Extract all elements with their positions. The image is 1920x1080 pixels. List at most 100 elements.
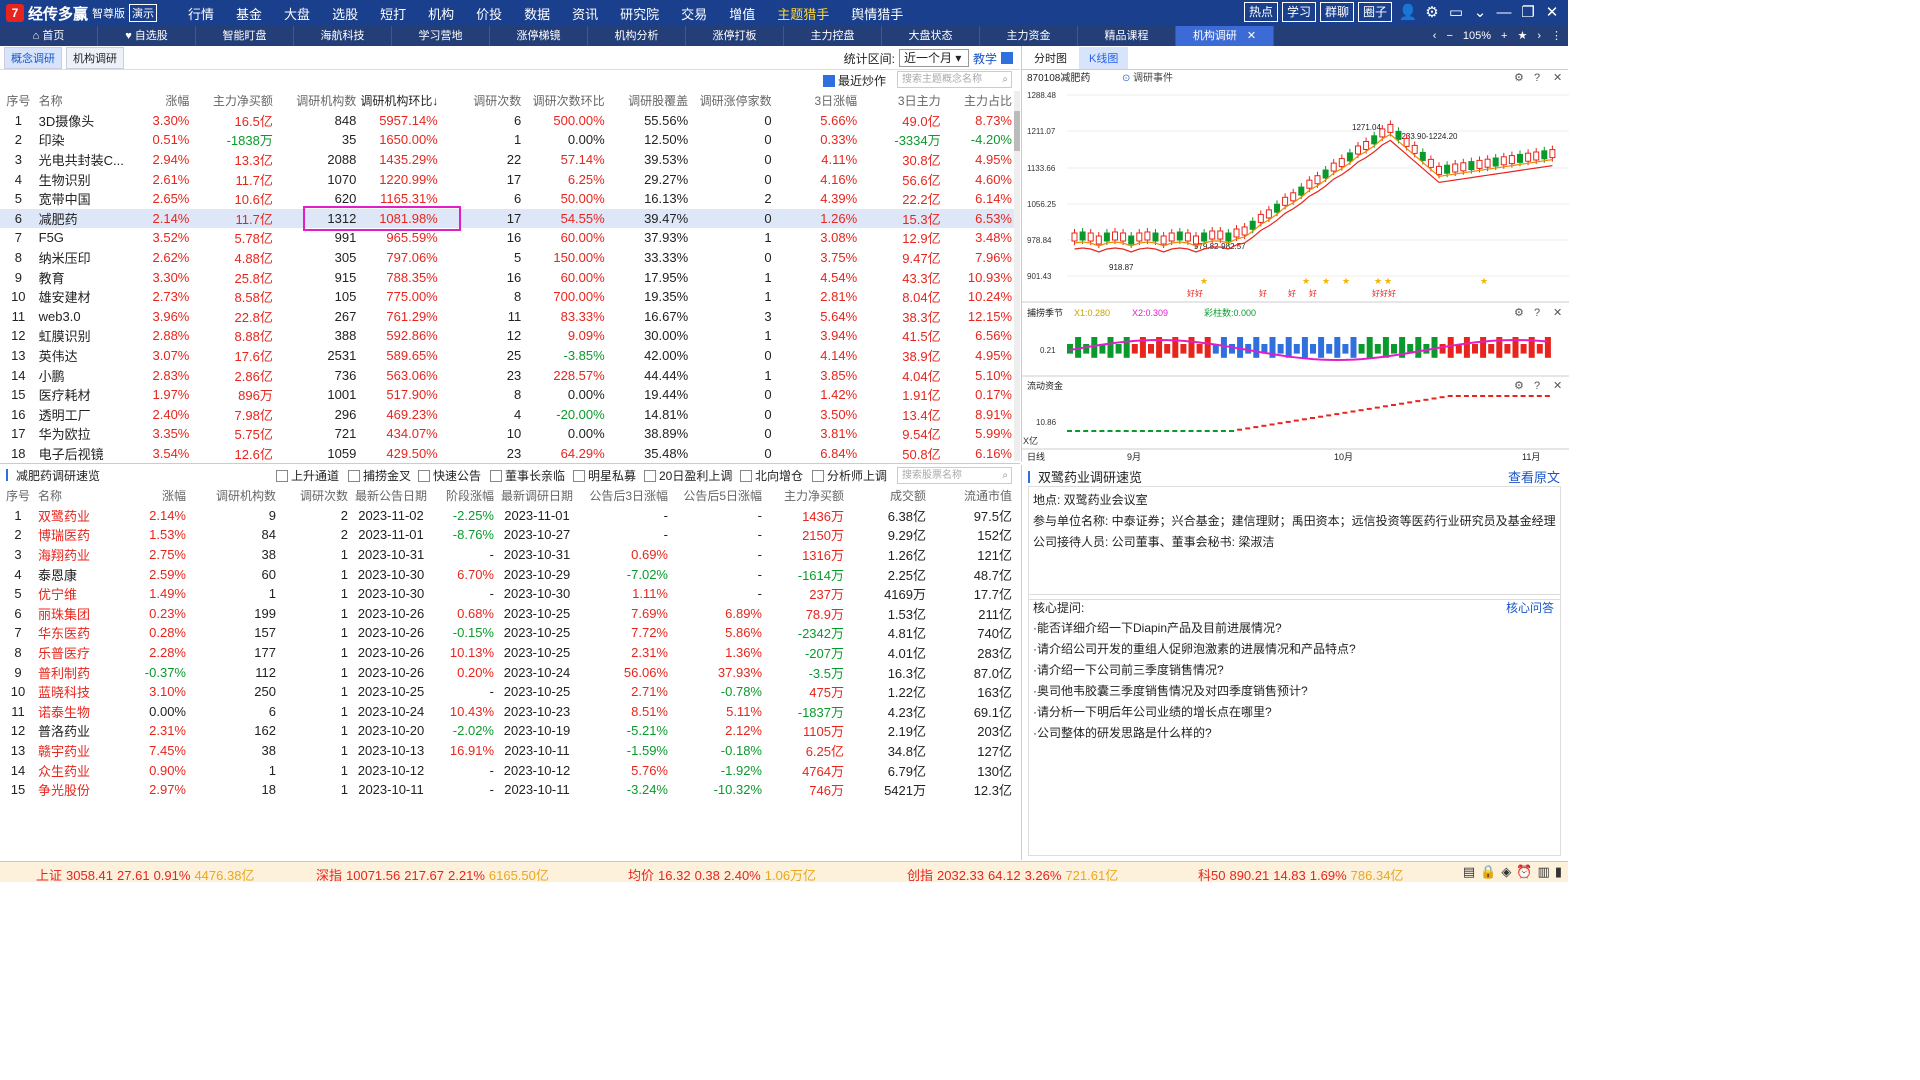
tab-stock[interactable]: 海航科技 xyxy=(294,26,392,46)
table-row[interactable]: 1 3D摄像头 3.30% 16.5亿 848 5957.14% 6 500.00% 55.56… xyxy=(0,111,1014,131)
event-label[interactable]: 调研事件 xyxy=(1133,71,1173,84)
index-cy[interactable]: 创指 2032.33 64.12 3.26% 721.61亿 xyxy=(907,865,1118,884)
tab-study[interactable]: 学习营地 xyxy=(392,26,490,46)
column-header[interactable]: 调研次数 xyxy=(440,91,523,111)
table-row[interactable]: 17 华为欧拉 3.35% 5.75亿 721 434.07% 10 0.00% 38.89% 0… xyxy=(0,424,1014,444)
menu-item[interactable]: 机构 xyxy=(417,4,465,23)
tab-home[interactable]: ⌂ 首页 xyxy=(0,26,98,46)
period-dropdown[interactable]: 近一个月 ▾ xyxy=(898,49,969,67)
menu-item[interactable]: 选股 xyxy=(321,4,369,23)
table-row[interactable]: 12 虹膜识别 2.88% 8.88亿 388 592.86% 12 9.09% 30.00% 1… xyxy=(0,326,1014,346)
column-header[interactable]: 调研机构数 xyxy=(188,486,278,506)
table-row[interactable]: 18 电子后视镜 3.54% 12.6亿 1059 429.50% 23 64.29% 35.4… xyxy=(0,444,1014,464)
question-item[interactable]: ·请分析一下明后年公司业绩的增长点在哪里? xyxy=(1033,702,1556,723)
filter-checkbox[interactable]: 快速公告 xyxy=(418,467,481,484)
table-row[interactable]: 10 雄安建材 2.73% 8.58亿 105 775.00% 8 700.00% 19.35%… xyxy=(0,287,1014,307)
table-row[interactable]: 7 华东医药 0.28% 157 1 2023-10-26 -0.15% 2023-10-25… xyxy=(0,623,1014,643)
tab-limit-up[interactable]: 涨停梯镜 xyxy=(490,26,588,46)
column-header[interactable]: 序号 xyxy=(0,91,37,111)
table-row[interactable]: 11 诺泰生物 0.00% 6 1 2023-10-24 10.43% 2023-10-23 8… xyxy=(0,702,1014,722)
tab-smart-watch[interactable]: 智能盯盘 xyxy=(196,26,294,46)
column-header[interactable]: 调研机构数 xyxy=(275,91,358,111)
table-row[interactable]: 2 印染 0.51% -1838万 35 1650.00% 1 0.00% 12.50% 0 0.3… xyxy=(0,130,1014,150)
table-row[interactable]: 3 光电共封装C... 2.94% 13.3亿 2088 1435.29% 22 57.14%… xyxy=(0,150,1014,170)
minus-icon[interactable]: − xyxy=(1446,26,1452,46)
gear-icon[interactable]: ⚙ xyxy=(1514,72,1524,84)
circle-button[interactable]: 圈子 xyxy=(1357,2,1392,22)
star-icon[interactable]: ★ xyxy=(1517,26,1527,46)
user-icon[interactable]: 👤 xyxy=(1396,3,1420,21)
filter-checkbox[interactable]: 北向增仓 xyxy=(740,467,803,484)
chevron-down-icon[interactable]: ⌄ xyxy=(1468,3,1492,21)
menu-item[interactable]: 行情 xyxy=(177,4,225,23)
question-item[interactable]: ·奥司他韦胶囊三季度销售情况及对四季度销售预计? xyxy=(1033,681,1556,702)
sub-tab-inst-research[interactable]: 机构调研 xyxy=(66,46,124,69)
alarm-icon[interactable]: ⏰ xyxy=(1516,864,1532,880)
chart-icon[interactable]: ▥ xyxy=(1538,864,1550,880)
gear-icon[interactable]: ⚙ xyxy=(1514,380,1524,392)
app-logo[interactable]: 7 经传多赢 智尊版 演示 xyxy=(0,0,163,26)
calculator-icon[interactable]: ▤ xyxy=(1463,864,1475,880)
table-row[interactable]: 13 赣宇药业 7.45% 38 1 2023-10-13 16.91% 2023-10-11… xyxy=(0,741,1014,761)
menu-item[interactable]: 增值 xyxy=(718,4,766,23)
recent-hot-checkbox[interactable]: 最近炒作 xyxy=(823,72,886,89)
chevron-down-icon[interactable]: ⊙ xyxy=(1122,73,1130,84)
index-k50[interactable]: 科50 890.21 14.83 1.69% 786.34亿 xyxy=(1198,865,1403,884)
column-header[interactable]: 成交额 xyxy=(846,486,928,506)
column-header[interactable]: 涨幅 xyxy=(112,486,188,506)
hot-button[interactable]: 热点 xyxy=(1243,2,1278,22)
column-header[interactable]: 主力净买额 xyxy=(191,91,274,111)
column-header[interactable]: 阶段涨幅 xyxy=(432,486,496,506)
question-item[interactable]: ·请介绍一下公司前三季度销售情况? xyxy=(1033,660,1556,681)
column-header[interactable]: 主力净买额 xyxy=(764,486,846,506)
index-avg[interactable]: 均价 16.32 0.38 2.40% 1.06万亿 xyxy=(628,865,816,884)
column-header[interactable]: 调研机构环比↓ xyxy=(358,91,439,111)
column-header[interactable]: 调研次数环比 xyxy=(523,91,606,111)
column-header[interactable]: 序号 xyxy=(0,486,36,506)
table-row[interactable]: 8 乐普医疗 2.28% 177 1 2023-10-26 10.13% 2023-10-25… xyxy=(0,643,1014,663)
table-row[interactable]: 9 普利制药 -0.37% 112 1 2023-10-26 0.20% 2023-10-24… xyxy=(0,662,1014,682)
table-row[interactable]: 7 F5G 3.52% 5.78亿 991 965.59% 16 60.00% 37.93% 1 3… xyxy=(0,228,1014,248)
scroll-thumb[interactable] xyxy=(1014,111,1020,151)
table-row[interactable]: 1 双鹭药业 2.14% 9 2 2023-11-02 -2.25% 2023-11-01 - -… xyxy=(0,506,1014,526)
menu-item[interactable]: 大盘 xyxy=(273,4,321,23)
table-row[interactable]: 4 生物识别 2.61% 11.7亿 1070 1220.99% 17 6.25% 29.27%… xyxy=(0,169,1014,189)
kline-chart[interactable]: 870108减肥药 ⊙ 调研事件 ⚙ ? ✕ 1288.48 1211.07 1… xyxy=(1022,70,1569,462)
menu-item[interactable]: 短打 xyxy=(369,4,417,23)
table-row[interactable]: 16 透明工厂 2.40% 7.98亿 296 469.23% 4 -20.00% 14.81%… xyxy=(0,405,1014,425)
menu-item[interactable]: 资讯 xyxy=(561,4,609,23)
column-header[interactable]: 调研股覆盖 xyxy=(607,91,690,111)
table-row[interactable]: 15 医疗耗材 1.97% 896万 1001 517.90% 8 0.00% 19.44% 0 1… xyxy=(0,385,1014,405)
stock-search-input[interactable]: 搜索股票名称 ⌕ xyxy=(897,467,1012,484)
index-sz[interactable]: 深指 10071.56 217.67 2.21% 6165.50亿 xyxy=(316,865,549,884)
tab-timeshare[interactable]: 分时图 xyxy=(1024,47,1077,69)
theme-search-input[interactable]: 搜索主题概念名称 ⌕ xyxy=(897,71,1012,88)
sub-tab-concept-research[interactable]: 概念调研 xyxy=(4,46,62,69)
group-chat-button[interactable]: 群聊 xyxy=(1319,2,1354,22)
plus-icon[interactable]: + xyxy=(1501,26,1507,46)
column-header[interactable]: 调研次数 xyxy=(278,486,350,506)
column-header[interactable]: 流通市值 xyxy=(928,486,1014,506)
table-row[interactable]: 10 蓝晓科技 3.10% 250 1 2023-10-25-2023-10-25 2.71… xyxy=(0,682,1014,702)
table-row[interactable]: 5 优宁维 1.49% 1 1 2023-10-30-2023-10-30 1.11% -23… xyxy=(0,584,1014,604)
window-icon[interactable]: ▭ xyxy=(1444,3,1468,21)
tab-kline[interactable]: K线图 xyxy=(1079,46,1129,69)
filter-checkbox[interactable]: 捕捞金叉 xyxy=(348,467,411,484)
chevron-left-icon[interactable]: ‹ xyxy=(1433,26,1437,46)
menu-item[interactable]: 主题猎手 xyxy=(766,4,840,23)
menu-item[interactable]: 数据 xyxy=(513,4,561,23)
study-button[interactable]: 学习 xyxy=(1281,2,1316,22)
index-sh[interactable]: 上证 3058.41 27.61 0.91% 4476.38亿 xyxy=(36,865,254,884)
close-icon[interactable]: ✕ xyxy=(1553,72,1562,84)
close-icon[interactable]: ✕ xyxy=(1540,3,1564,21)
close-icon[interactable]: ✕ xyxy=(1553,307,1562,319)
tab-main-funds[interactable]: 主力资金 xyxy=(980,26,1078,46)
tab-control[interactable]: 主力控盘 xyxy=(784,26,882,46)
table-row[interactable]: 2 博瑞医药 1.53% 84 2 2023-11-01 -8.76% 2023-10-27 -… xyxy=(0,525,1014,545)
close-icon[interactable]: ✕ xyxy=(1247,30,1256,42)
table-row[interactable]: 3 海翔药业 2.75% 38 1 2023-10-31-2023-10-31 0.69% -… xyxy=(0,545,1014,565)
menu-item[interactable]: 研究院 xyxy=(609,4,670,23)
column-header[interactable]: 最新公告日期 xyxy=(350,486,432,506)
scrollbar[interactable] xyxy=(1014,91,1020,461)
table-row[interactable]: 14 众生药业 0.90% 1 1 2023-10-12-2023-10-12 5.76% -… xyxy=(0,760,1014,780)
